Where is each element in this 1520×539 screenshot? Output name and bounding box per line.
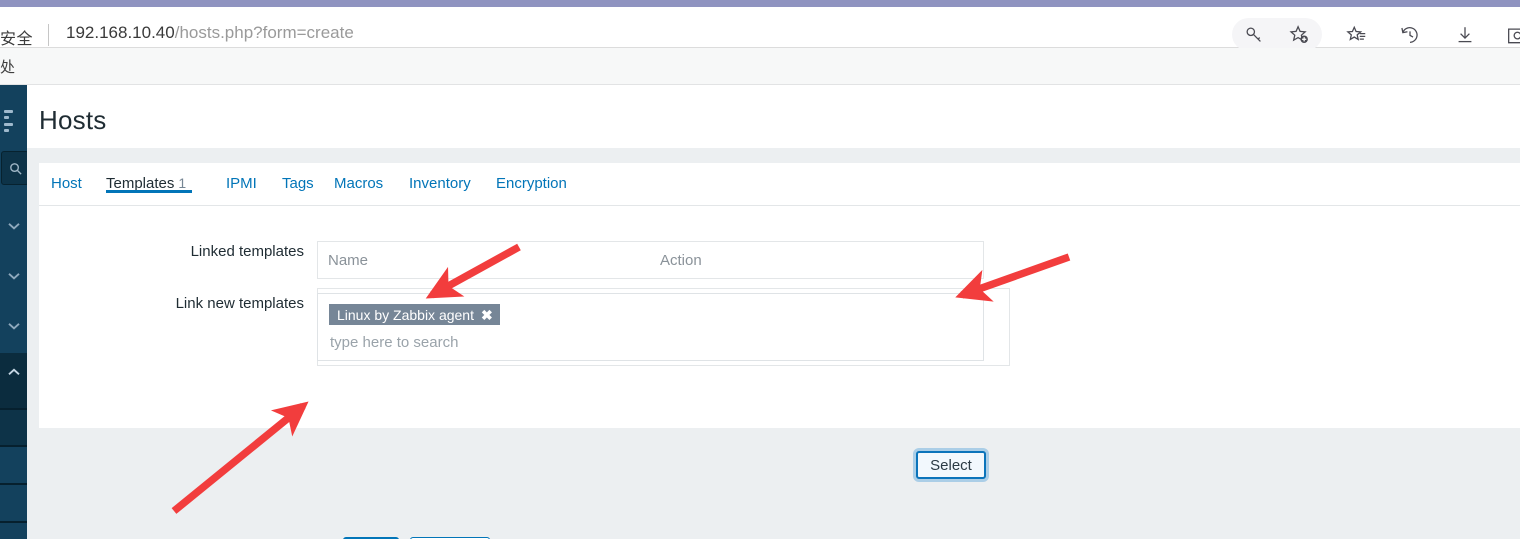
host-form-panel: Host Templates 1 IPMI Tags Macros Invento…: [39, 163, 1520, 539]
close-icon[interactable]: ✖: [481, 308, 493, 322]
tab-host[interactable]: Host: [51, 175, 82, 192]
link-new-templates-label: Link new templates: [175, 295, 304, 312]
app-sidebar[interactable]: [0, 85, 29, 539]
sidebar-divider: [0, 445, 27, 447]
tab-label: Tags: [282, 175, 314, 192]
address-bar-divider: [48, 24, 49, 46]
tab-encryption[interactable]: Encryption: [496, 175, 567, 192]
tab-label: IPMI: [226, 175, 257, 192]
browser-titlebar-strip: [0, 0, 1520, 7]
column-header-action: Action: [660, 252, 702, 269]
tab-label: Encryption: [496, 175, 567, 192]
sidebar-divider: [0, 521, 27, 523]
template-multiselect[interactable]: Linux by Zabbix agent ✖ type here to sea…: [317, 293, 984, 361]
search-icon[interactable]: [1, 151, 29, 185]
security-status-label: 安全: [0, 31, 34, 48]
favorites-list-icon[interactable]: [1341, 19, 1372, 50]
zabbix-logo-icon: [4, 110, 16, 132]
sidebar-active-section[interactable]: [0, 353, 27, 408]
template-search-placeholder[interactable]: type here to search: [330, 334, 458, 351]
chip-label: Linux by Zabbix agent: [337, 306, 474, 323]
tab-ipmi[interactable]: IPMI: [226, 175, 257, 192]
chevron-down-icon[interactable]: [5, 219, 23, 233]
chevron-down-icon[interactable]: [5, 319, 23, 333]
browser-bookmarks-bar[interactable]: 处: [0, 48, 1520, 85]
tab-label: Macros: [334, 175, 384, 192]
url-path: /hosts.php?form=create: [174, 23, 354, 42]
tab-badge-count: 1: [178, 175, 187, 191]
page-title: Hosts: [39, 105, 107, 135]
downloads-icon[interactable]: [1449, 19, 1480, 50]
collections-icon[interactable]: [1500, 19, 1520, 50]
bookmark-item[interactable]: 处: [0, 56, 15, 77]
page-header: Hosts: [27, 85, 1520, 148]
sidebar-item[interactable]: [0, 410, 27, 445]
linked-templates-label: Linked templates: [190, 243, 304, 260]
column-header-name: Name: [328, 252, 369, 269]
url-text[interactable]: 192.168.10.40/hosts.php?form=create: [66, 23, 354, 43]
tab-inventory[interactable]: Inventory: [409, 175, 471, 192]
tab-tags[interactable]: Tags: [282, 175, 314, 192]
tab-label: Host: [51, 175, 82, 192]
app-content: Hosts Host Templates 1 IPMI Tags Macros …: [27, 85, 1520, 539]
form-tabs: Host Templates 1 IPMI Tags Macros Invento…: [39, 163, 1520, 206]
tab-templates[interactable]: Templates 1: [106, 175, 192, 193]
browser-address-bar[interactable]: 安全 192.168.10.40/hosts.php?form=create: [0, 7, 1520, 51]
url-host: 192.168.10.40: [66, 23, 175, 42]
add-favorite-icon[interactable]: [1283, 19, 1314, 50]
sidebar-divider: [0, 483, 27, 485]
selected-template-chip[interactable]: Linux by Zabbix agent ✖: [329, 304, 500, 325]
tab-macros[interactable]: Macros: [334, 175, 383, 192]
key-icon[interactable]: [1238, 19, 1269, 50]
history-icon[interactable]: [1394, 19, 1425, 50]
select-button[interactable]: Select: [916, 451, 986, 479]
screenshot-root: 安全 192.168.10.40/hosts.php?form=create 处…: [0, 0, 1520, 539]
tab-label: Inventory: [409, 175, 471, 192]
linked-templates-table: Name Action: [317, 241, 984, 279]
chevron-down-icon[interactable]: [5, 269, 23, 283]
active-tab-indicator: [106, 190, 192, 193]
chevron-up-icon[interactable]: [5, 365, 23, 379]
